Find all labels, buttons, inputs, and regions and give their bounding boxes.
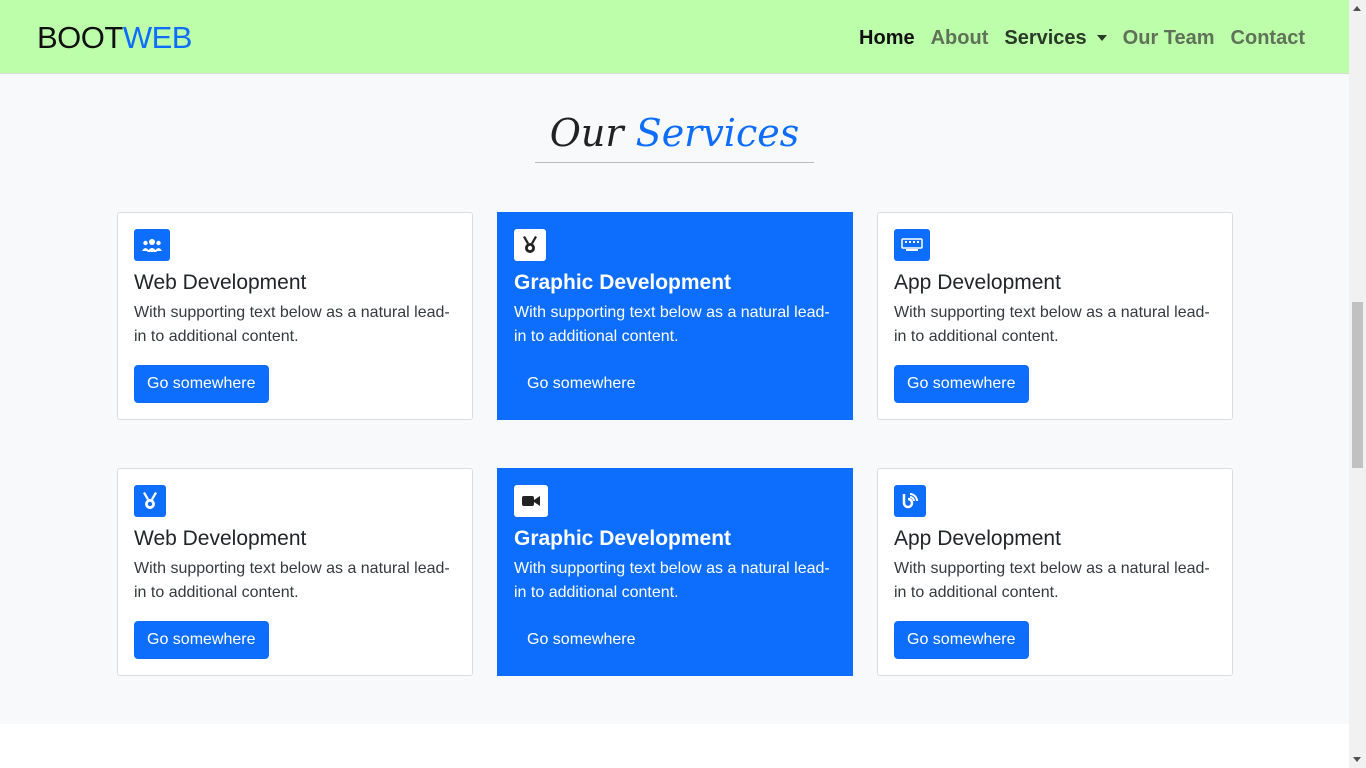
- section-title-accent: Services: [635, 111, 800, 155]
- nav-link-contact[interactable]: Contact: [1231, 25, 1305, 51]
- card-text: With supporting text below as a natural …: [134, 560, 450, 601]
- card-text: With supporting text below as a natural …: [514, 304, 830, 345]
- nav-links: Home About Services Our Team Contact: [843, 25, 1305, 51]
- card-text: With supporting text below as a natural …: [514, 560, 830, 601]
- nav-link-home[interactable]: Home: [859, 25, 915, 51]
- scroll-down-icon[interactable]: [1353, 757, 1361, 762]
- card-title: Graphic Development: [514, 271, 732, 294]
- card-title: App Development: [894, 271, 1061, 294]
- video-icon: [514, 485, 548, 517]
- title-divider: [535, 162, 814, 163]
- go-somewhere-button[interactable]: Go somewhere: [894, 621, 1029, 659]
- section-title-prefix: Our: [549, 111, 624, 155]
- blog-icon: [894, 485, 926, 517]
- nav-link-services[interactable]: Services: [1004, 25, 1107, 51]
- card-title: Web Development: [134, 271, 307, 294]
- medal-icon: [134, 485, 166, 517]
- section-title: Our Services: [0, 106, 1349, 160]
- services-section: Our Services Web Development With suppor…: [0, 74, 1349, 724]
- go-somewhere-button[interactable]: Go somewhere: [134, 365, 269, 403]
- card-text: With supporting text below as a natural …: [894, 304, 1210, 345]
- keyboard-icon: [894, 229, 930, 261]
- service-card-highlighted: Graphic Development With supporting text…: [497, 212, 853, 420]
- go-somewhere-button[interactable]: Go somewhere: [894, 365, 1029, 403]
- go-somewhere-button[interactable]: Go somewhere: [514, 365, 649, 403]
- nav-link-about[interactable]: About: [931, 25, 989, 51]
- navbar: BOOTWEB Home About Services Our Team Con…: [0, 0, 1349, 74]
- nav-link-our-team[interactable]: Our Team: [1123, 25, 1215, 51]
- service-card: Web Development With supporting text bel…: [117, 212, 473, 420]
- chevron-down-icon: [1096, 35, 1107, 41]
- scroll-thumb[interactable]: [1352, 302, 1363, 468]
- service-card: Web Development With supporting text bel…: [117, 468, 473, 676]
- service-card: App Development With supporting text bel…: [877, 212, 1233, 420]
- users-icon: [134, 229, 170, 261]
- card-title: Web Development: [134, 527, 307, 550]
- card-text: With supporting text below as a natural …: [894, 560, 1210, 601]
- go-somewhere-button[interactable]: Go somewhere: [134, 621, 269, 659]
- nav-services-label: Services: [1004, 27, 1087, 49]
- brand-accent: WEB: [122, 20, 193, 55]
- medal-icon: [514, 229, 546, 261]
- card-title: Graphic Development: [514, 527, 732, 550]
- service-card: App Development With supporting text bel…: [877, 468, 1233, 676]
- card-text: With supporting text below as a natural …: [134, 304, 450, 345]
- scroll-up-icon[interactable]: [1353, 6, 1361, 11]
- brand-logo[interactable]: BOOTWEB: [37, 20, 192, 56]
- go-somewhere-button[interactable]: Go somewhere: [514, 621, 649, 659]
- vertical-scrollbar[interactable]: [1349, 0, 1366, 768]
- card-title: App Development: [894, 527, 1061, 550]
- brand-prefix: BOOT: [37, 20, 123, 55]
- service-card-highlighted: Graphic Development With supporting text…: [497, 468, 853, 676]
